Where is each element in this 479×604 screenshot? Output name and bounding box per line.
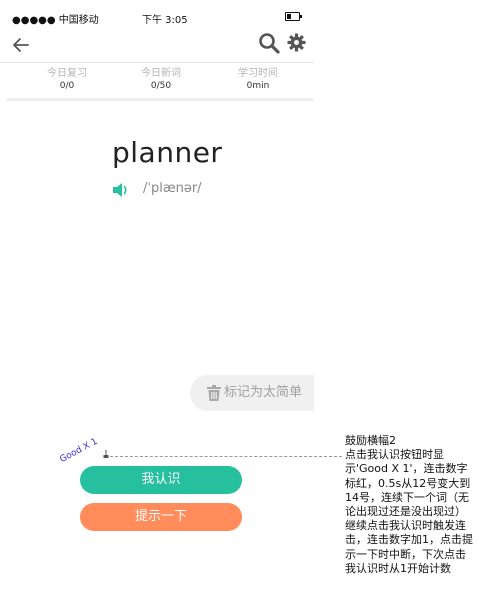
trash-icon (207, 385, 221, 401)
stat-label: 今日新词 (141, 68, 181, 79)
battery-icon (285, 12, 302, 21)
combo-badge: Good X 1 (58, 436, 100, 465)
phonetic: /ˈplænər/ (143, 181, 202, 196)
search-icon[interactable] (258, 32, 280, 54)
stat-value: 0min (246, 81, 270, 91)
clock: 下午 3:05 (142, 15, 188, 26)
annotation-title: 鼓励横幅2 (345, 434, 396, 447)
stat-review-today: 今日复习 0/0 (17, 68, 117, 92)
stat-value: 0/50 (150, 81, 172, 91)
mark-too-easy-label: 标记为太简单 (224, 385, 303, 400)
stat-study-time: 学习时间 0min (208, 68, 308, 92)
nav-bar (0, 30, 314, 63)
stat-new-words-today: 今日新词 0/50 (111, 68, 211, 92)
stat-label: 今日复习 (47, 68, 87, 79)
stat-label: 学习时间 (238, 68, 278, 79)
status-bar: ●●●●● 中国移动 下午 3:05 (0, 0, 314, 30)
mark-too-easy-button[interactable]: 标记为太简单 (190, 375, 314, 411)
design-annotation: 鼓励横幅2 点击我认识按钮时显示'Good X 1'，连击数字标红，0.5s从1… (345, 434, 475, 576)
pin-icon (103, 450, 109, 458)
carrier-label: ●●●●● 中国移动 (12, 15, 99, 26)
stats-row: 今日复习 0/0 今日新词 0/50 学习时间 0min (7, 64, 313, 101)
know-button[interactable]: 我认识 (80, 466, 242, 494)
gear-icon[interactable] (287, 33, 306, 52)
annotation-body: 点击我认识按钮时显示'Good X 1'，连击数字标红，0.5s从12号变大到1… (345, 448, 473, 575)
word-title: planner (112, 136, 223, 169)
back-arrow-icon[interactable] (12, 36, 30, 54)
annotation-leader-line (110, 456, 342, 459)
speaker-icon[interactable] (112, 182, 130, 198)
stat-value: 0/0 (59, 81, 75, 91)
phone-screen: ●●●●● 中国移动 下午 3:05 今日复习 0/0 今日新词 0/50 学习… (0, 0, 314, 604)
hint-button[interactable]: 提示一下 (80, 503, 242, 531)
